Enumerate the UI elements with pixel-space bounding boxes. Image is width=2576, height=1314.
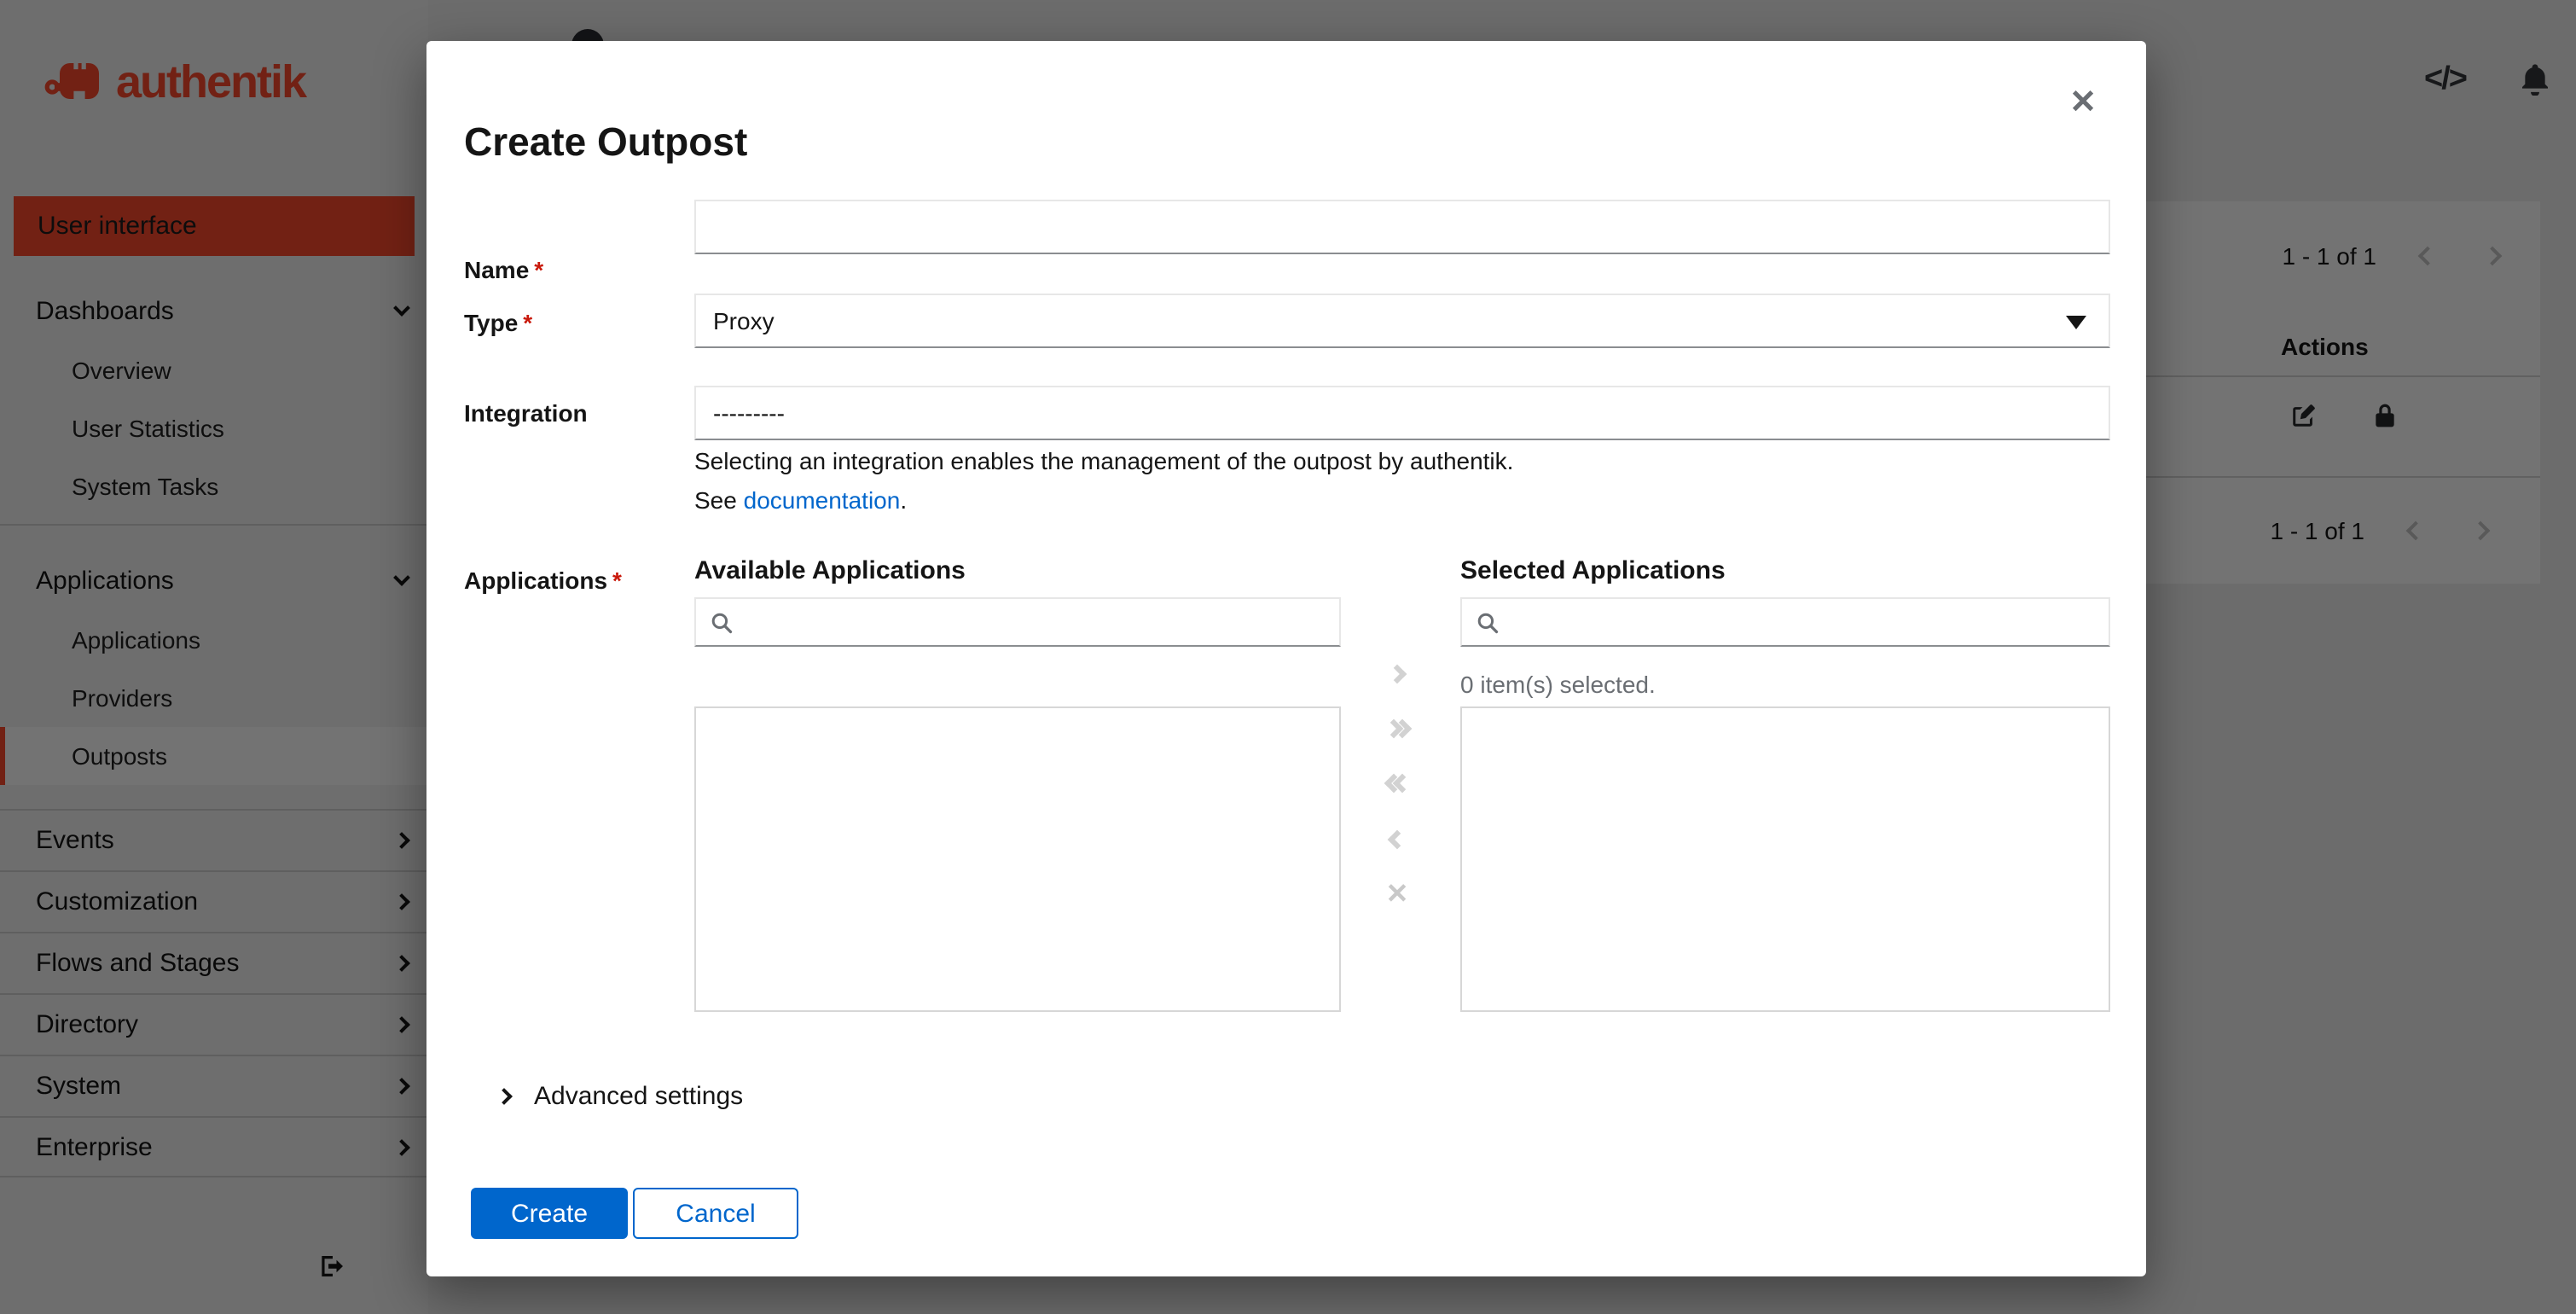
selected-search[interactable] (1460, 597, 2110, 647)
type-label: Type * (464, 309, 533, 336)
remove-all-button[interactable] (1375, 763, 1419, 804)
search-icon (711, 612, 733, 633)
close-icon[interactable]: ✕ (2061, 82, 2105, 126)
required-indicator: * (612, 567, 622, 594)
selected-applications-title: Selected Applications (1460, 556, 1726, 585)
add-all-button[interactable] (1375, 708, 1419, 749)
required-indicator: * (523, 309, 533, 336)
integration-help-line2: See documentation. (694, 486, 908, 514)
create-outpost-modal: Create Outpost ✕ Name * Type * Proxy Integ… (426, 41, 2146, 1276)
search-icon (1477, 612, 1499, 633)
clear-selection-button[interactable]: ✕ (1375, 874, 1419, 915)
selected-count-label: 0 item(s) selected. (1460, 671, 1656, 698)
name-input[interactable] (694, 200, 2110, 254)
available-applications-title: Available Applications (694, 556, 966, 585)
chevron-right-icon (496, 1088, 513, 1105)
available-search-input[interactable] (744, 608, 1326, 636)
create-button[interactable]: Create (471, 1188, 628, 1239)
integration-help-text: Selecting an integration enables the man… (694, 447, 1514, 474)
required-indicator: * (534, 256, 544, 283)
type-select-value: Proxy (713, 307, 775, 334)
name-label: Name * (464, 256, 544, 283)
available-applications-list[interactable] (694, 706, 1341, 1012)
cross-icon: ✕ (1385, 881, 1409, 910)
cancel-button[interactable]: Cancel (633, 1188, 798, 1239)
integration-select-value: --------- (713, 399, 785, 427)
integration-select[interactable]: --------- (694, 386, 2110, 440)
type-select[interactable]: Proxy (694, 294, 2110, 348)
advanced-settings-label: Advanced settings (534, 1082, 744, 1111)
integration-label: Integration (464, 399, 588, 427)
documentation-link[interactable]: documentation (744, 486, 901, 514)
remove-selected-button[interactable] (1375, 819, 1419, 860)
available-search[interactable] (694, 597, 1341, 647)
selected-search-input[interactable] (1510, 608, 2095, 636)
screen: </> authentik User interface (0, 0, 2576, 1314)
selected-applications-list[interactable] (1460, 706, 2110, 1012)
modal-title: Create Outpost (464, 119, 748, 164)
applications-label: Applications * (464, 567, 622, 594)
chevron-left-icon (1387, 829, 1407, 850)
chevron-right-icon (1387, 664, 1407, 684)
add-selected-button[interactable] (1375, 654, 1419, 695)
advanced-settings-toggle[interactable]: Advanced settings (496, 1082, 744, 1111)
caret-down-icon (2066, 316, 2086, 329)
